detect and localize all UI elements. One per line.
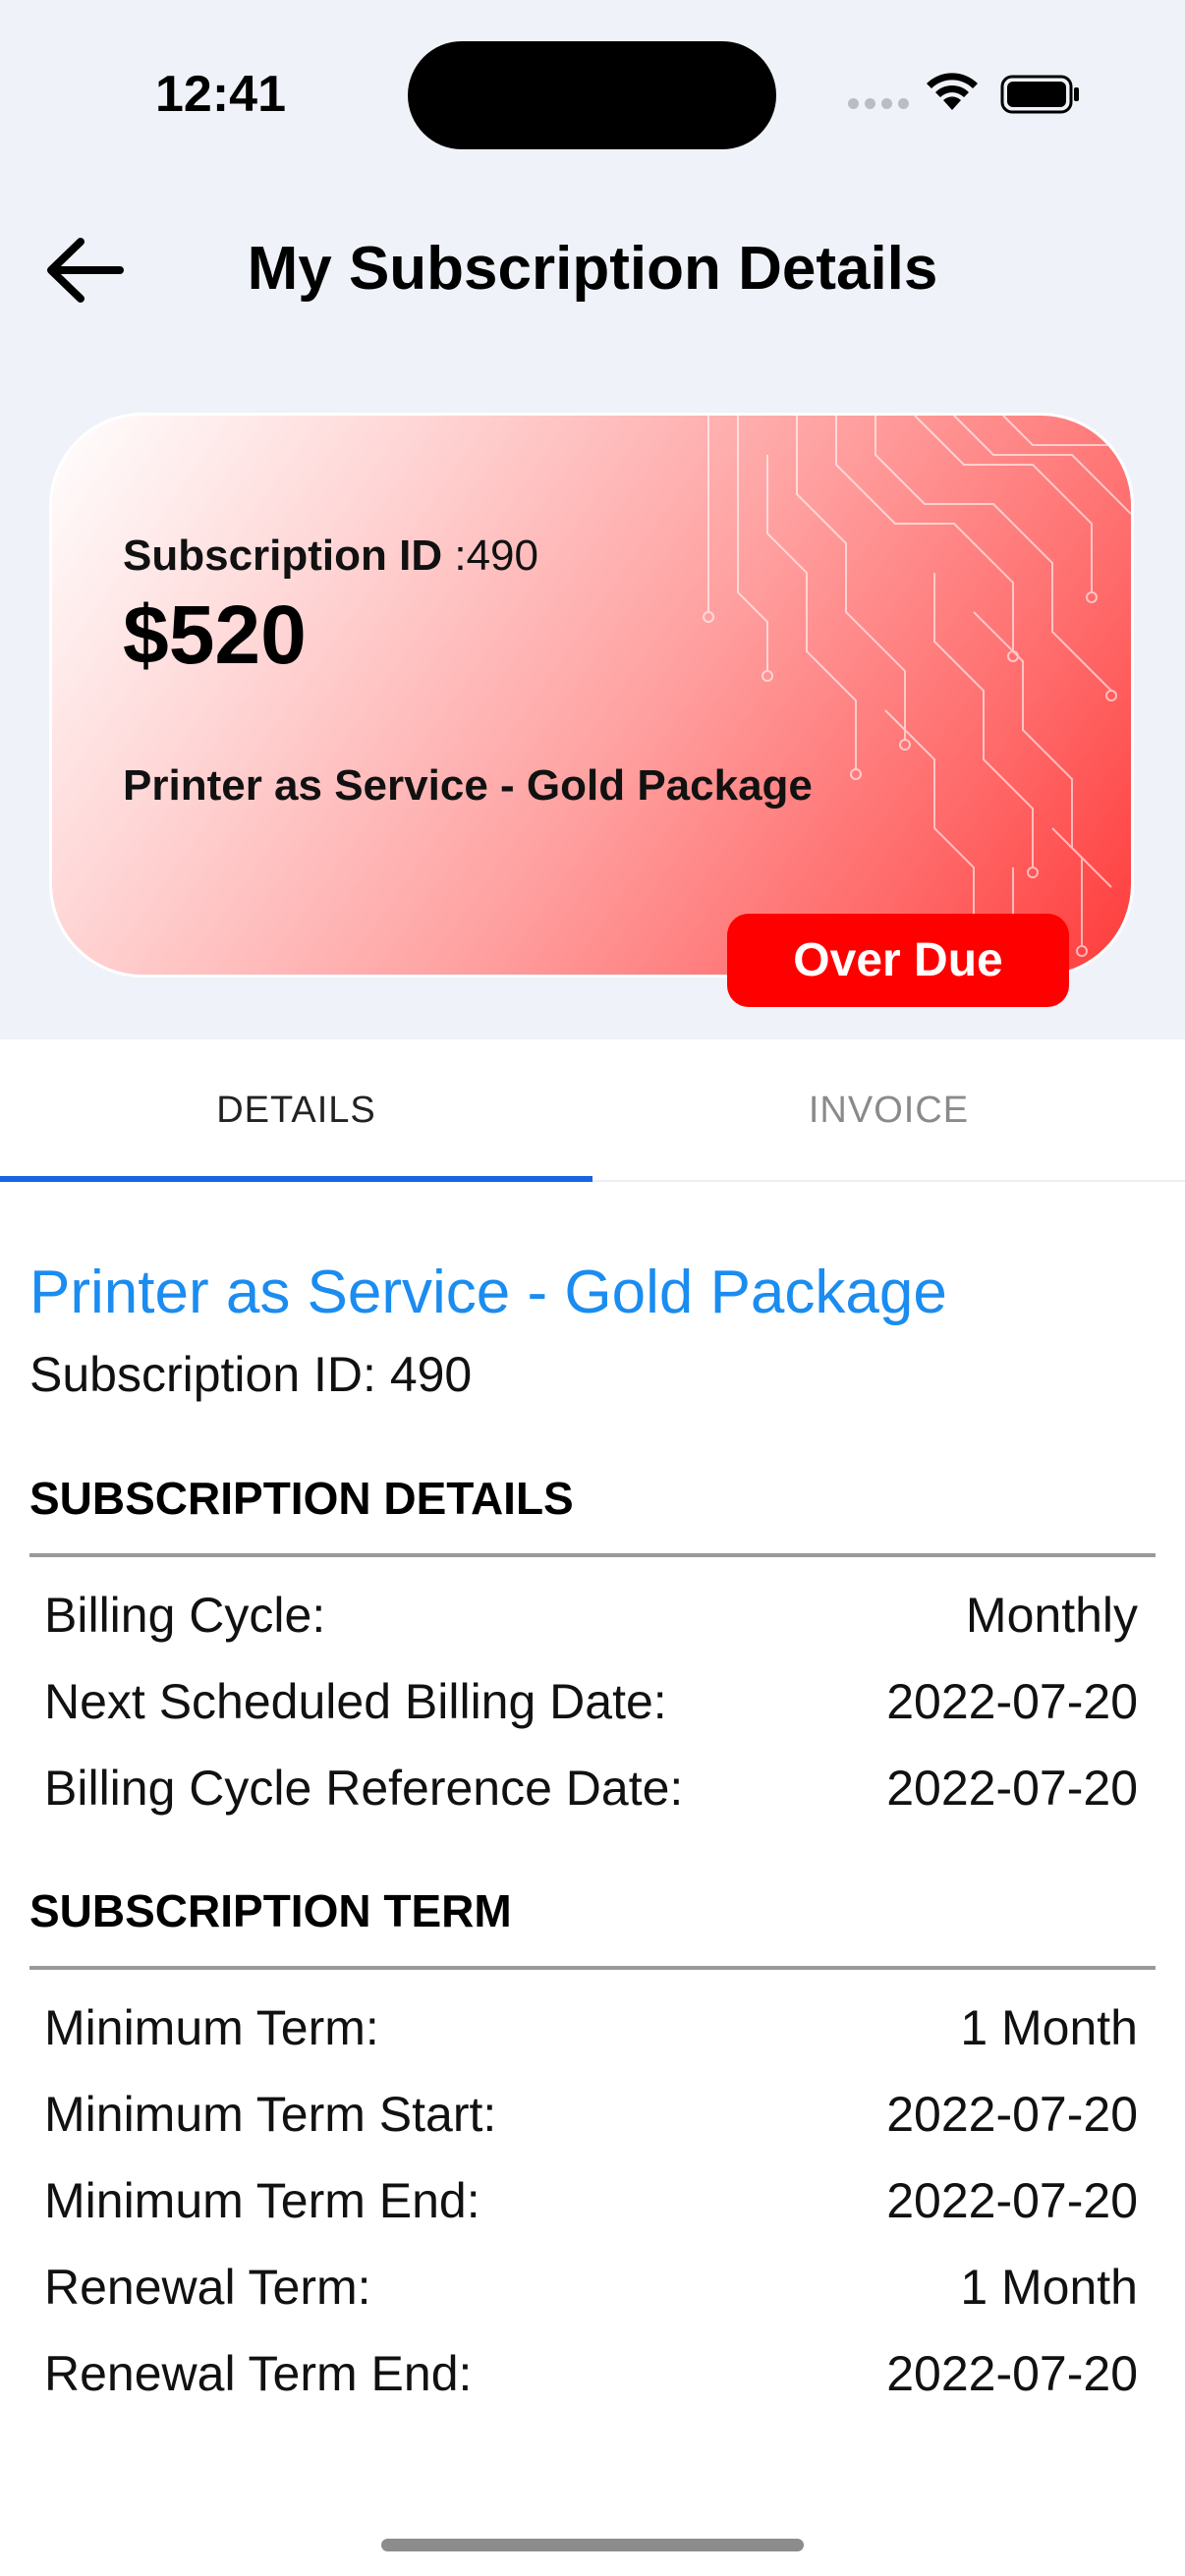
row-value: 2022-07-20 bbox=[886, 2173, 1138, 2228]
row-value: 2022-07-20 bbox=[886, 2087, 1138, 2142]
row-label: Billing Cycle Reference Date: bbox=[44, 1761, 684, 1816]
home-indicator[interactable] bbox=[381, 2539, 804, 2551]
signal-dots-icon bbox=[848, 98, 909, 109]
card-subscription-id-label: Subscription ID bbox=[123, 532, 443, 580]
detail-row: Minimum Term: 1 Month bbox=[44, 1999, 1138, 2078]
dynamic-island bbox=[408, 41, 776, 149]
row-label: Next Scheduled Billing Date: bbox=[44, 1674, 667, 1729]
card-price: $520 bbox=[123, 588, 307, 681]
status-badge: Over Due bbox=[727, 914, 1069, 1007]
section-divider bbox=[29, 1966, 1156, 1970]
row-label: Minimum Term End: bbox=[44, 2173, 480, 2228]
detail-row: Minimum Term End: 2022-07-20 bbox=[44, 2172, 1138, 2251]
detail-row: Minimum Term Start: 2022-07-20 bbox=[44, 2086, 1138, 2164]
row-value: 1 Month bbox=[960, 2000, 1138, 2055]
page-title: My Subscription Details bbox=[247, 235, 938, 303]
tab-bar: DETAILS INVOICE bbox=[0, 1039, 1185, 1182]
row-label: Billing Cycle: bbox=[44, 1588, 326, 1643]
detail-title: Printer as Service - Gold Package bbox=[29, 1259, 947, 1326]
card-package-name: Printer as Service - Gold Package bbox=[123, 761, 813, 810]
detail-row: Next Scheduled Billing Date: 2022-07-20 bbox=[44, 1673, 1138, 1752]
card-subscription-id-value: :490 bbox=[454, 532, 538, 580]
section-divider bbox=[29, 1553, 1156, 1557]
status-bar: 12:41 bbox=[0, 0, 1185, 187]
tab-invoice[interactable]: INVOICE bbox=[592, 1039, 1185, 1182]
row-value: 2022-07-20 bbox=[886, 1761, 1138, 1816]
row-label: Renewal Term: bbox=[44, 2260, 371, 2315]
section-heading-subscription-term: SUBSCRIPTION TERM bbox=[29, 1885, 512, 1936]
wifi-icon bbox=[927, 73, 978, 110]
row-label: Minimum Term Start: bbox=[44, 2087, 497, 2142]
card-subscription-id: Subscription ID :490 bbox=[123, 532, 538, 581]
row-label: Renewal Term End: bbox=[44, 2346, 473, 2401]
battery-icon bbox=[1000, 75, 1079, 114]
row-value: 1 Month bbox=[960, 2260, 1138, 2315]
detail-row: Renewal Term: 1 Month bbox=[44, 2259, 1138, 2337]
tab-indicator bbox=[0, 1176, 592, 1182]
row-value: 2022-07-20 bbox=[886, 1674, 1138, 1729]
row-value: Monthly bbox=[965, 1588, 1138, 1643]
header: My Subscription Details bbox=[0, 187, 1185, 349]
row-value: 2022-07-20 bbox=[886, 2346, 1138, 2401]
detail-row: Billing Cycle Reference Date: 2022-07-20 bbox=[44, 1760, 1138, 1838]
subscription-card[interactable]: Subscription ID :490 $520 Printer as Ser… bbox=[49, 413, 1134, 978]
detail-subscription-id: Subscription ID: 490 bbox=[29, 1347, 473, 1402]
row-label: Minimum Term: bbox=[44, 2000, 379, 2055]
circuit-pattern-icon bbox=[703, 416, 1131, 957]
detail-row: Renewal Term End: 2022-07-20 bbox=[44, 2345, 1138, 2424]
section-heading-subscription-details: SUBSCRIPTION DETAILS bbox=[29, 1473, 574, 1524]
tab-details[interactable]: DETAILS bbox=[0, 1039, 592, 1182]
status-time: 12:41 bbox=[155, 66, 286, 123]
detail-row: Billing Cycle: Monthly bbox=[44, 1587, 1138, 1665]
